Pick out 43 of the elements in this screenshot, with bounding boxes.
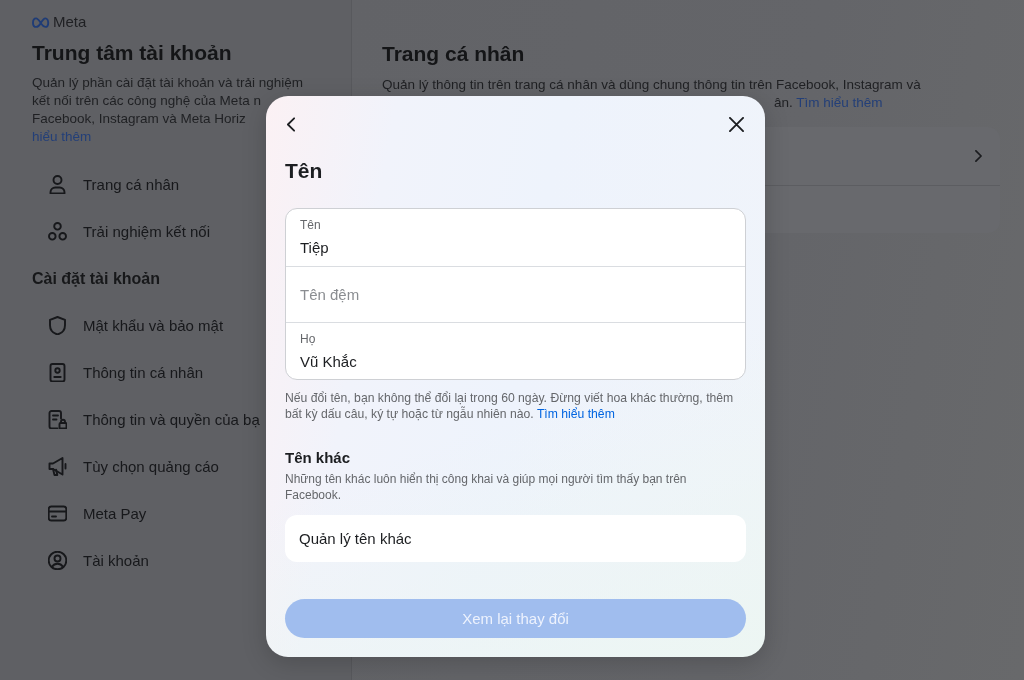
description-text: Quản lý phần cài đặt tài khoản và trải nghiệm (32, 74, 303, 92)
close-icon (729, 117, 744, 133)
document-lock-icon (48, 410, 67, 429)
field-label: Tên (300, 217, 321, 233)
close-button[interactable] (727, 115, 746, 135)
sidebar-item[interactable]: Thông tin và quyền của bạ (32, 396, 260, 443)
description-text: ân. Tìm hiểu thêm (774, 95, 883, 110)
sidebar-item[interactable]: Meta Pay (32, 490, 147, 537)
id-badge-icon (48, 363, 67, 382)
sidebar-item[interactable]: Trang cá nhân (32, 161, 180, 208)
learn-more-link[interactable]: Tìm hiểu thêm (536, 407, 615, 422)
text-field[interactable]: Vũ Khắc (300, 351, 731, 371)
text-field[interactable]: Tên đệm (300, 285, 731, 305)
learn-more-link[interactable]: Tìm hiểu thêm (796, 95, 883, 110)
notice-text: Nếu đổi tên, bạn không thể đổi lại trong 60 ngày. Đừng viết hoa khác thường, thêm bất kỳ dấu câu, ký tự hoặc từ ngẫu nhiên nào. Tìm hiểu thêm (285, 390, 735, 423)
description-text: Facebook, Instagram và Meta Horiz (32, 110, 246, 128)
megaphone-icon (48, 457, 67, 476)
chevron-left-icon (287, 117, 295, 133)
sidebar-item[interactable]: Tài khoản (32, 537, 149, 584)
dialog-title: Tên (285, 157, 323, 184)
section-title: Tên khác (285, 448, 351, 469)
back-button[interactable] (285, 115, 297, 135)
person-icon (48, 175, 67, 194)
learn-more-link[interactable]: hiểu thêm (32, 129, 92, 144)
description-text: kết nối trên các công nghệ của Meta n (32, 92, 261, 110)
field-label: Họ (300, 331, 316, 347)
description-text: Quản lý thông tin trên trang cá nhân và dùng chung thông tin trên Facebook, Instagram và (382, 76, 921, 94)
sidebar-item[interactable]: Thông tin cá nhân (32, 349, 204, 396)
three-circles-icon (48, 222, 67, 241)
section-heading: Cài đặt tài khoản (32, 269, 161, 289)
shield-icon (48, 316, 67, 335)
page-title: Trang cá nhân (382, 41, 525, 67)
text-field[interactable]: Tiệp (300, 237, 731, 257)
sidebar-item[interactable]: Trải nghiệm kết nối (32, 208, 210, 255)
brand-name: Meta (53, 14, 87, 30)
sidebar-item[interactable]: Mật khẩu và bảo mật (32, 302, 224, 349)
sidebar-title: Trung tâm tài khoản (32, 40, 232, 66)
chevron-right-icon (975, 150, 982, 162)
infinity-logo-icon (32, 16, 50, 28)
manage-other-names-button[interactable]: Quản lý tên khác (285, 515, 746, 563)
card-icon (48, 504, 67, 523)
section-description: Những tên khác luôn hiển thị công khai và giúp mọi người tìm thấy bạn trên Facebook. (285, 471, 688, 504)
sidebar-item[interactable]: Tùy chọn quảng cáo (32, 443, 219, 490)
